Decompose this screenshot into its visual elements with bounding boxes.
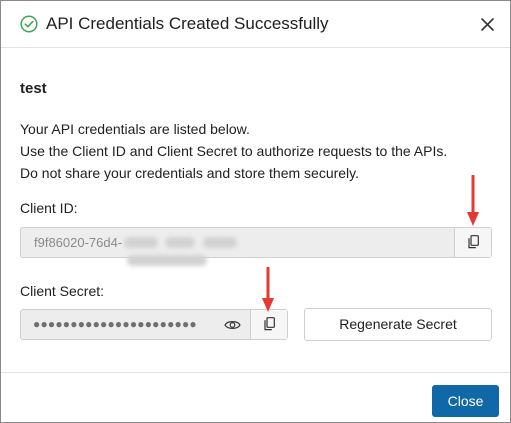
close-button[interactable]: Close [432, 385, 499, 417]
description-line-2: Use the Client ID and Client Secret to a… [20, 143, 448, 159]
description-line-1: Your API credentials are listed below. [20, 121, 250, 137]
description-line-3: Do not share your credentials and store … [20, 165, 360, 181]
dialog-title: API Credentials Created Successfully [46, 14, 329, 33]
annotation-arrow-icon [467, 175, 479, 226]
copy-client-secret-button[interactable] [250, 310, 287, 339]
annotation-arrow-icon [262, 267, 274, 312]
copy-icon [264, 317, 275, 331]
copy-client-id-button[interactable] [454, 228, 491, 257]
app-name: test [20, 80, 47, 97]
client-id-redacted [124, 235, 314, 266]
check-circle-icon [20, 15, 38, 33]
client-id-field[interactable]: f9f86020-76d4- [20, 227, 492, 266]
client-id-label: Client ID: [20, 200, 78, 216]
copy-icon [468, 235, 479, 249]
footer-divider [1, 372, 510, 373]
close-icon[interactable] [479, 16, 496, 33]
eye-icon[interactable] [224, 319, 241, 331]
credentials-dialog: API Credentials Created Successfully tes… [0, 0, 511, 423]
dialog-header: API Credentials Created Successfully [1, 1, 510, 48]
regenerate-secret-button[interactable]: Regenerate Secret [304, 308, 492, 341]
client-secret-field[interactable]: ●●●●●●●●●●●●●●●●●●●●●● [20, 309, 288, 340]
client-id-value: f9f86020-76d4- [34, 235, 123, 250]
client-secret-label: Client Secret: [20, 283, 105, 299]
client-secret-masked-value: ●●●●●●●●●●●●●●●●●●●●●● [33, 317, 197, 331]
